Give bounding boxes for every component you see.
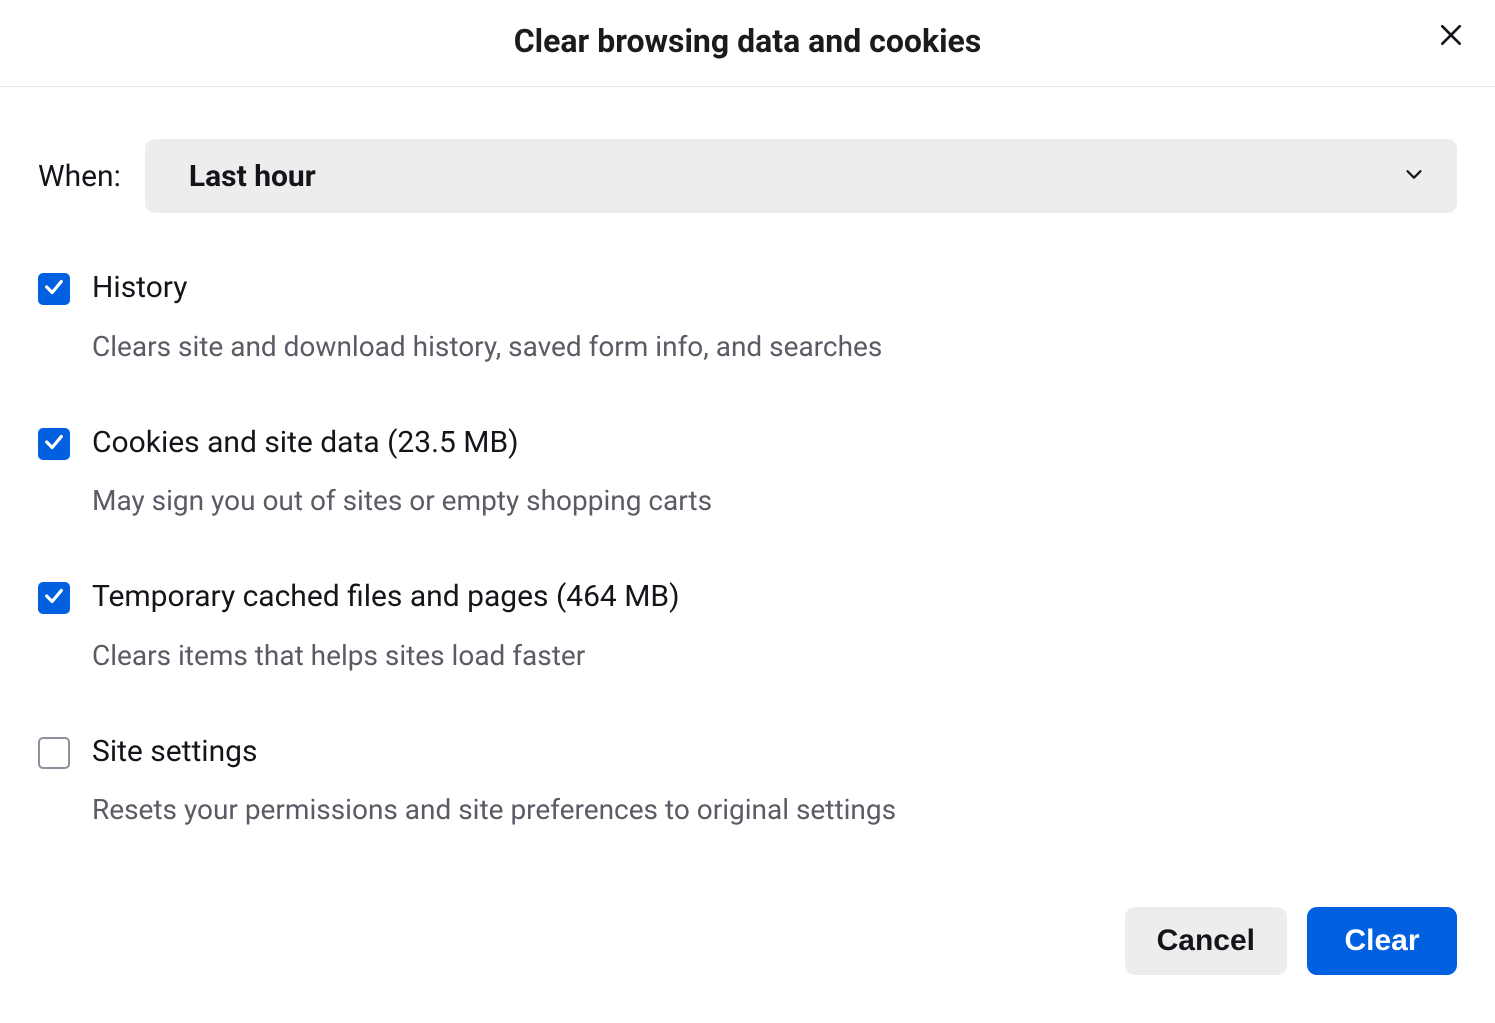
close-button[interactable] — [1429, 14, 1473, 58]
option-label[interactable]: Cookies and site data (23.5 MB) — [92, 424, 1457, 462]
chevron-down-icon — [1403, 163, 1425, 189]
check-icon — [43, 431, 65, 457]
when-label: When: — [38, 159, 121, 194]
option-label[interactable]: Temporary cached files and pages (464 MB… — [92, 578, 1457, 616]
option-texts: History Clears site and download history… — [92, 269, 1457, 364]
option-description: Resets your permissions and site prefere… — [92, 792, 1457, 827]
option-texts: Temporary cached files and pages (464 MB… — [92, 578, 1457, 673]
option-texts: Site settings Resets your permissions an… — [92, 733, 1457, 828]
cancel-button[interactable]: Cancel — [1125, 907, 1287, 975]
when-row: When: Last hour — [38, 139, 1457, 213]
option-history: History Clears site and download history… — [38, 269, 1457, 364]
option-texts: Cookies and site data (23.5 MB) May sign… — [92, 424, 1457, 519]
check-icon — [43, 276, 65, 302]
checkbox-history[interactable] — [38, 273, 70, 305]
option-description: May sign you out of sites or empty shopp… — [92, 483, 1457, 518]
clear-data-dialog: Clear browsing data and cookies When: La… — [0, 0, 1495, 1015]
option-cookies: Cookies and site data (23.5 MB) May sign… — [38, 424, 1457, 519]
option-description: Clears site and download history, saved … — [92, 329, 1457, 364]
option-cache: Temporary cached files and pages (464 MB… — [38, 578, 1457, 673]
check-icon — [43, 585, 65, 611]
option-label[interactable]: Site settings — [92, 733, 1457, 771]
dialog-body: When: Last hour History — [0, 87, 1495, 907]
option-label[interactable]: History — [92, 269, 1457, 307]
checkbox-site-settings[interactable] — [38, 737, 70, 769]
time-range-select[interactable]: Last hour — [145, 139, 1457, 213]
option-description: Clears items that helps sites load faste… — [92, 638, 1457, 673]
checkbox-cookies[interactable] — [38, 428, 70, 460]
checkbox-cache[interactable] — [38, 582, 70, 614]
dialog-header: Clear browsing data and cookies — [0, 0, 1495, 87]
clear-button[interactable]: Clear — [1307, 907, 1457, 975]
dialog-title: Clear browsing data and cookies — [0, 22, 1495, 60]
dialog-footer: Cancel Clear — [0, 907, 1495, 1015]
option-site-settings: Site settings Resets your permissions an… — [38, 733, 1457, 828]
close-icon — [1438, 22, 1464, 51]
select-value: Last hour — [189, 159, 316, 194]
